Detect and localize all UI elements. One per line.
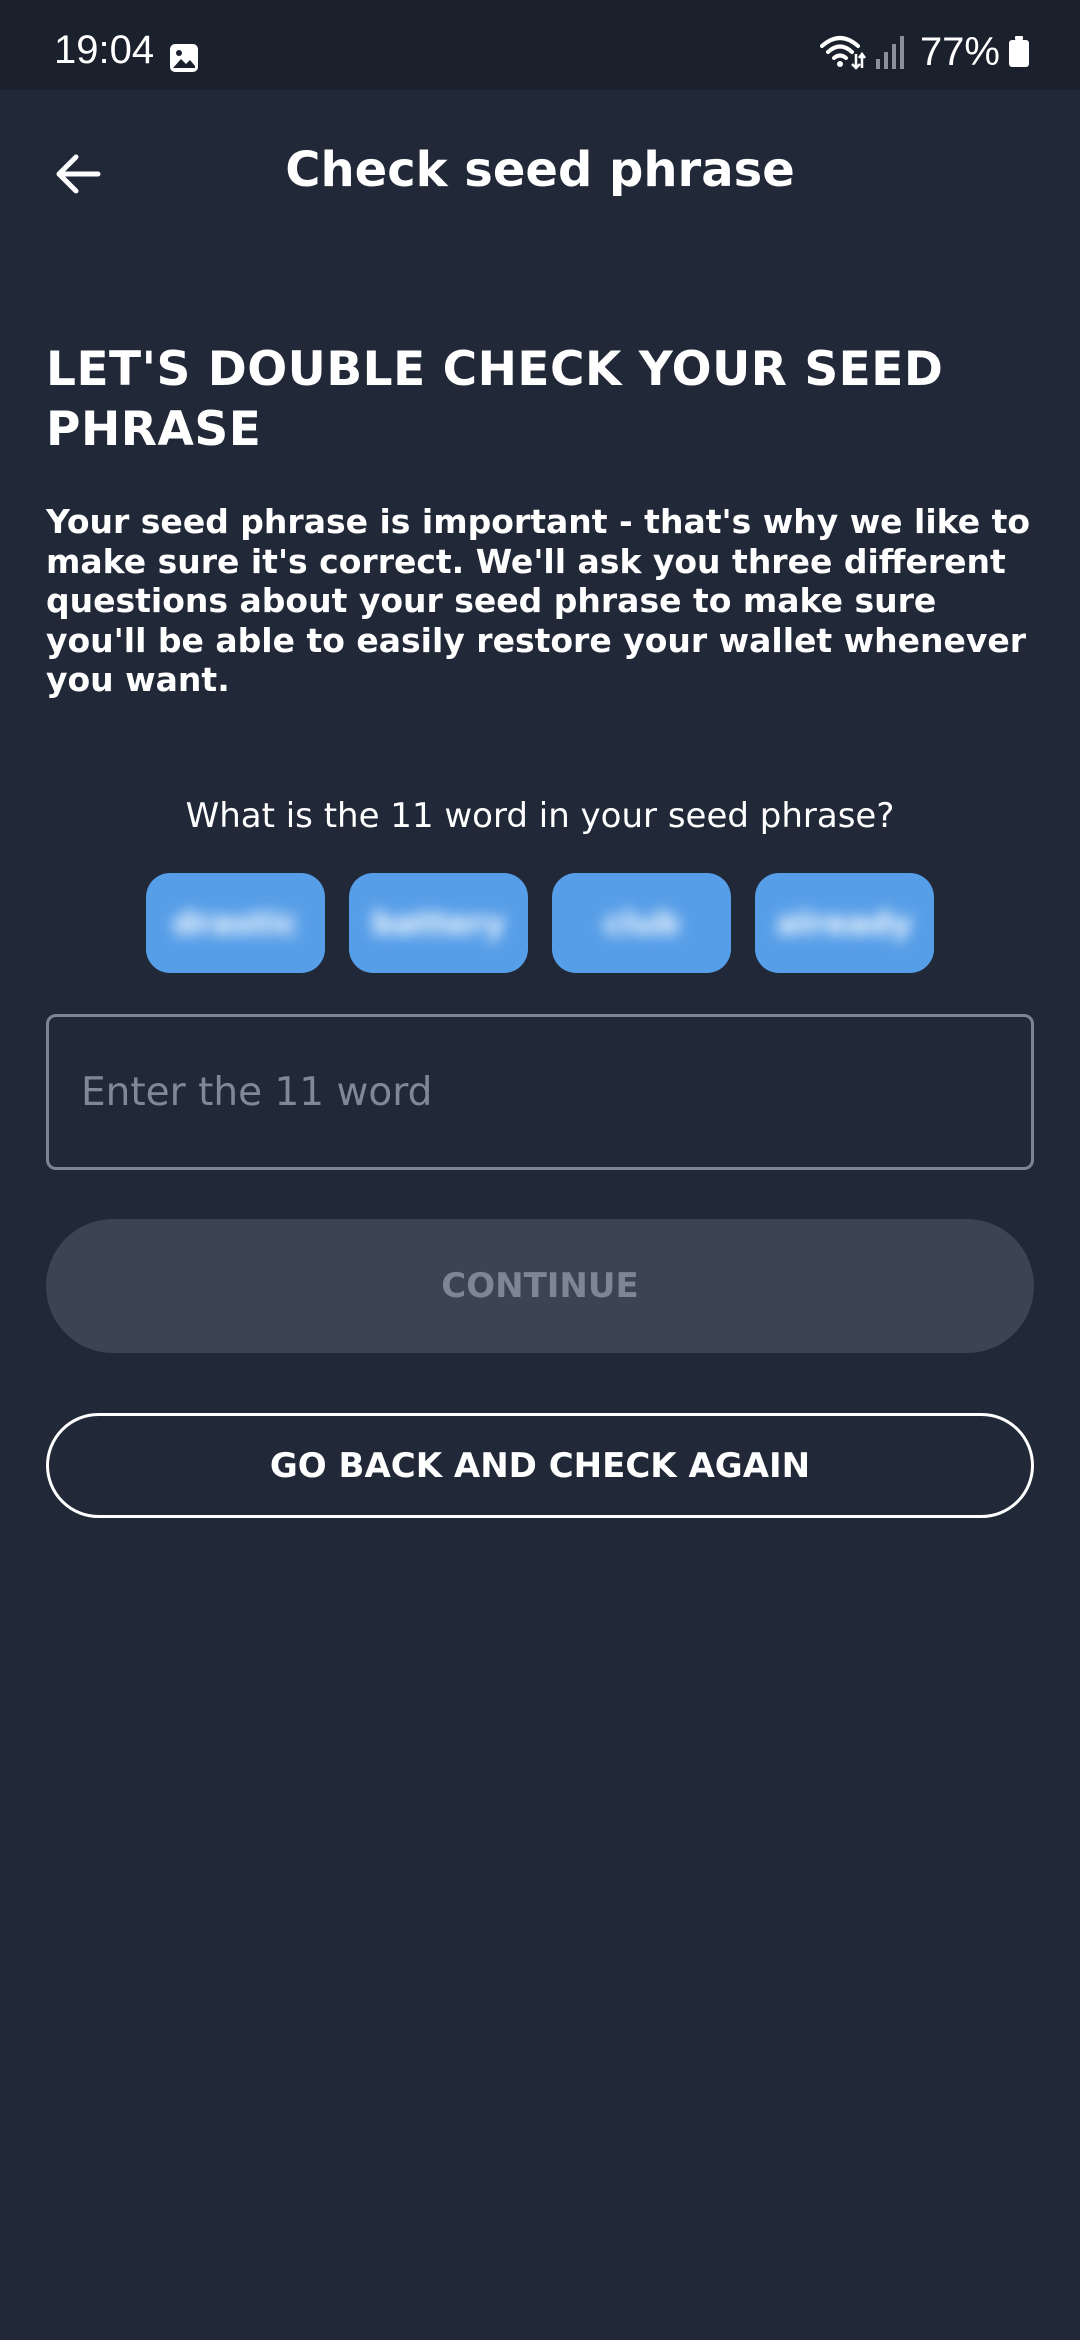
word-option-label: battery bbox=[371, 904, 506, 942]
battery-percent: 77% bbox=[919, 30, 1000, 74]
section-heading: LET'S DOUBLE CHECK YOUR SEED PHRASE bbox=[46, 342, 944, 457]
image-icon bbox=[170, 44, 198, 72]
page-title: Check seed phrase bbox=[285, 142, 795, 198]
word-option-label: drastic bbox=[173, 904, 298, 942]
wifi-icon bbox=[819, 36, 866, 70]
status-icons: 77% bbox=[819, 30, 1030, 74]
word-option-chip[interactable]: drastic bbox=[146, 873, 325, 973]
signal-icon bbox=[875, 36, 904, 69]
continue-button[interactable]: CONTINUE bbox=[46, 1219, 1034, 1353]
word-options: drastic battery club already bbox=[146, 873, 934, 973]
description-text: Your seed phrase is important - that's w… bbox=[46, 502, 1031, 699]
word-option-chip[interactable]: already bbox=[755, 873, 934, 973]
battery-icon bbox=[1009, 36, 1029, 67]
top-app-bar: Check seed phrase bbox=[0, 90, 1080, 250]
word-option-chip[interactable]: battery bbox=[349, 873, 528, 973]
word-option-label: already bbox=[776, 904, 913, 942]
status-time: 19:04 bbox=[54, 28, 155, 72]
go-back-button[interactable]: GO BACK AND CHECK AGAIN bbox=[46, 1413, 1034, 1518]
word-option-label: club bbox=[603, 904, 680, 942]
word-option-chip[interactable]: club bbox=[552, 873, 731, 973]
status-bar: 19:04 77% bbox=[0, 0, 1080, 90]
question-text: What is the 11 word in your seed phrase? bbox=[185, 796, 895, 836]
word-input[interactable] bbox=[46, 1014, 1034, 1170]
